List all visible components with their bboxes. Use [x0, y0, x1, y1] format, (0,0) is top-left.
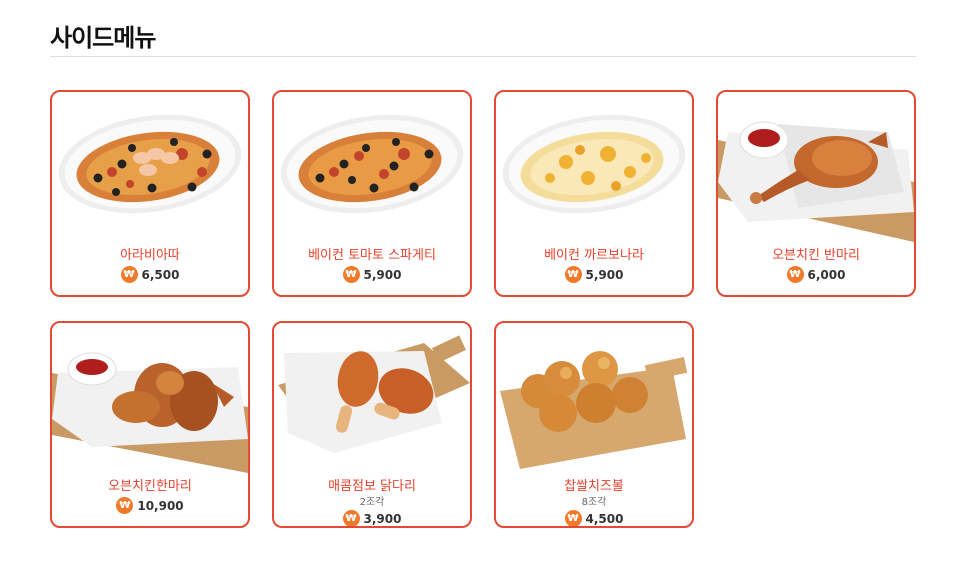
menu-info: 오븐치킨한마리 ₩ 10,900	[52, 478, 248, 514]
won-icon: ₩	[120, 266, 138, 283]
won-icon: ₩	[786, 266, 804, 283]
menu-price: 5,900	[585, 267, 624, 282]
menu-name: 오븐치킨한마리	[108, 479, 192, 494]
price-row: ₩ 4,500	[496, 510, 692, 526]
price-row: ₩ 10,900	[52, 497, 248, 514]
menu-card-arrabbiata[interactable]: 아라비아따 ₩ 6,500	[50, 90, 250, 297]
menu-name: 매콤점보 닭다리	[328, 479, 416, 494]
menu-card-bacon-carbonara[interactable]: 베이컨 까르보나라 ₩ 5,900	[494, 90, 694, 297]
half-oven-chicken-image	[718, 92, 914, 242]
menu-info: 베이컨 까르보나라 ₩ 5,900	[496, 247, 692, 283]
rice-cheese-ball-image	[496, 323, 692, 473]
won-icon: ₩	[342, 266, 360, 283]
menu-name: 베이컨 까르보나라	[544, 248, 644, 263]
menu-info: 찹쌀치즈볼 8조각 ₩ 4,500	[496, 478, 692, 526]
menu-price: 4,500	[585, 511, 624, 526]
menu-name: 아라비아따	[120, 248, 180, 263]
won-icon: ₩	[342, 510, 360, 526]
won-icon: ₩	[116, 497, 134, 514]
menu-card-bacon-tomato-spaghetti[interactable]: 베이컨 토마토 스파게티 ₩ 5,900	[272, 90, 472, 297]
menu-name: 찹쌀치즈볼	[564, 479, 624, 494]
menu-info: 오븐치킨 반마리 ₩ 6,000	[718, 247, 914, 283]
menu-card-half-oven-chicken[interactable]: 오븐치킨 반마리 ₩ 6,000	[716, 90, 916, 297]
menu-quantity: 8조각	[581, 497, 607, 508]
menu-name: 오븐치킨 반마리	[772, 248, 860, 263]
menu-price: 6,000	[807, 267, 846, 282]
side-menu-page: 사이드메뉴 아라비아따 ₩ 6,500 베이컨 토마토 스파게티 ₩ 5,900…	[0, 0, 966, 586]
menu-info: 매콤점보 닭다리 2조각 ₩ 3,900	[274, 478, 470, 526]
spicy-jumbo-drumstick-image	[274, 323, 470, 473]
section-title: 사이드메뉴	[50, 24, 156, 52]
menu-quantity: 2조각	[359, 497, 385, 508]
price-row: ₩ 6,500	[52, 266, 248, 283]
price-row: ₩ 5,900	[496, 266, 692, 283]
arrabbiata-pasta-image	[52, 92, 248, 242]
whole-oven-chicken-image	[52, 323, 248, 473]
menu-price: 6,500	[141, 267, 180, 282]
menu-card-rice-cheese-ball[interactable]: 찹쌀치즈볼 8조각 ₩ 4,500	[494, 321, 694, 528]
won-icon: ₩	[564, 510, 582, 526]
menu-grid: 아라비아따 ₩ 6,500 베이컨 토마토 스파게티 ₩ 5,900 베이컨 까…	[50, 90, 916, 528]
menu-card-whole-oven-chicken[interactable]: 오븐치킨한마리 ₩ 10,900	[50, 321, 250, 528]
menu-card-spicy-jumbo-drumstick[interactable]: 매콤점보 닭다리 2조각 ₩ 3,900	[272, 321, 472, 528]
price-row: ₩ 5,900	[274, 266, 470, 283]
title-divider	[50, 56, 916, 57]
price-row: ₩ 6,000	[718, 266, 914, 283]
menu-price: 3,900	[363, 511, 402, 526]
won-icon: ₩	[564, 266, 582, 283]
bacon-tomato-spaghetti-image	[274, 92, 470, 242]
menu-price: 5,900	[363, 267, 402, 282]
menu-price: 10,900	[137, 498, 184, 513]
menu-info: 아라비아따 ₩ 6,500	[52, 247, 248, 283]
bacon-carbonara-image	[496, 92, 692, 242]
menu-name: 베이컨 토마토 스파게티	[308, 248, 436, 263]
menu-info: 베이컨 토마토 스파게티 ₩ 5,900	[274, 247, 470, 283]
price-row: ₩ 3,900	[274, 510, 470, 526]
